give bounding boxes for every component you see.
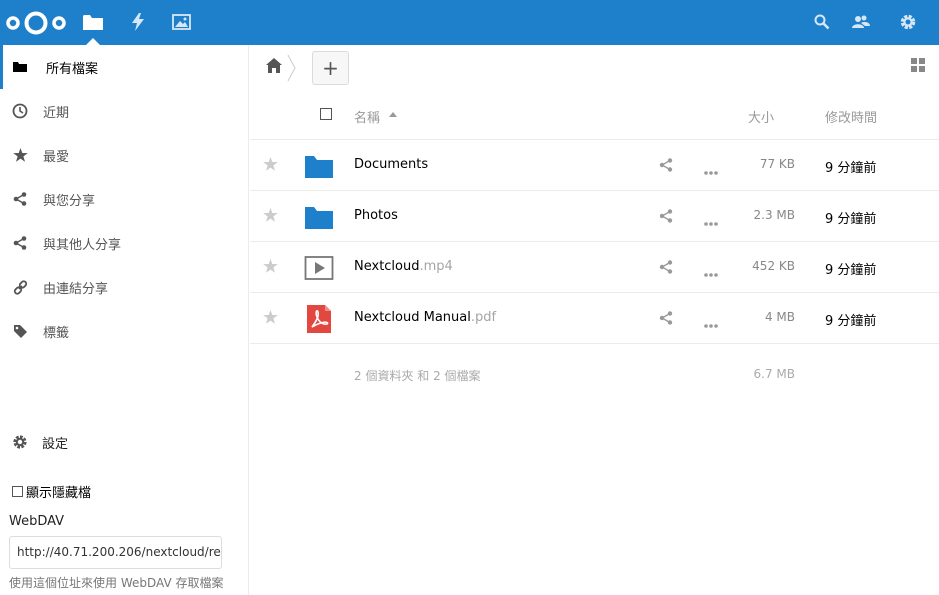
sidebar-item-shared-with-you[interactable]: 與您分享 (0, 177, 248, 221)
star-icon (12, 147, 28, 163)
files-summary: 2 個資料夾 和 2 個檔案 (354, 369, 481, 383)
sidebar-item-all-files[interactable]: 所有檔案 (0, 45, 248, 89)
sidebar-item-label: 由連結分享 (43, 281, 109, 297)
folder-icon (12, 59, 28, 75)
active-app-indicator (86, 38, 100, 45)
file-size: 452 KB (752, 259, 795, 273)
share-icon (12, 235, 28, 251)
column-size[interactable]: 大小 (748, 107, 774, 126)
gallery-icon[interactable] (170, 11, 192, 33)
sidebar-item-label: 所有檔案 (46, 61, 99, 77)
show-hidden-label: 顯示隱藏檔 (26, 486, 92, 501)
share-icon[interactable] (659, 209, 673, 227)
webdav-title: WebDAV (9, 514, 65, 529)
pdf-file-icon (307, 305, 331, 333)
file-size: 77 KB (759, 157, 795, 171)
share-icon[interactable] (659, 158, 673, 176)
sidebar-item-tags[interactable]: 標籤 (0, 309, 248, 353)
column-modified[interactable]: 修改時間 (825, 107, 877, 126)
files-summary-size: 6.7 MB (753, 367, 795, 381)
favorite-star-icon[interactable] (263, 259, 278, 277)
file-name[interactable]: Nextcloud.mp4 (354, 259, 453, 274)
favorite-star-icon[interactable] (263, 208, 278, 226)
webdav-hint: 使用這個位址來使用 WebDAV 存取檔案 (9, 576, 224, 590)
activity-icon[interactable] (127, 11, 149, 33)
video-file-icon (304, 256, 334, 280)
show-hidden-checkbox[interactable] (12, 486, 23, 497)
sidebar: 所有檔案 近期 最愛 與您分享 與其他人分享 由連結分享 標籤 設定 顯示隱藏檔… (0, 45, 249, 595)
file-modified: 9 分鐘前 (825, 212, 877, 227)
breadcrumb-separator (287, 54, 296, 82)
sidebar-item-label: 與其他人分享 (43, 237, 122, 253)
link-icon (12, 279, 28, 295)
nextcloud-logo[interactable] (5, 10, 67, 36)
favorite-star-icon[interactable] (263, 157, 278, 175)
files-table-header: 名稱 大小 修改時間 (250, 93, 939, 140)
file-row[interactable]: Nextcloud Manual.pdf 4 MB 9 分鐘前 (250, 293, 939, 344)
new-file-button[interactable]: + (312, 51, 349, 85)
file-modified: 9 分鐘前 (825, 161, 877, 176)
favorite-star-icon[interactable] (263, 310, 278, 328)
sidebar-item-favorites[interactable]: 最愛 (0, 133, 248, 177)
more-actions-icon[interactable] (704, 215, 718, 230)
file-name[interactable]: Nextcloud Manual.pdf (354, 310, 496, 325)
sidebar-item-shared-by-link[interactable]: 由連結分享 (0, 265, 248, 309)
sidebar-item-label: 標籤 (43, 325, 70, 341)
top-header (0, 0, 939, 45)
file-modified: 9 分鐘前 (825, 314, 877, 329)
contacts-icon[interactable] (850, 11, 872, 33)
select-all-checkbox[interactable] (320, 108, 332, 120)
more-actions-icon[interactable] (704, 317, 718, 332)
settings-label: 設定 (42, 436, 69, 452)
share-icon[interactable] (659, 260, 673, 278)
sidebar-item-recent[interactable]: 近期 (0, 89, 248, 133)
share-icon[interactable] (659, 311, 673, 329)
grid-view-icon[interactable] (911, 58, 925, 76)
home-icon[interactable] (266, 58, 282, 77)
file-modified: 9 分鐘前 (825, 263, 877, 278)
sidebar-item-label: 最愛 (43, 149, 70, 165)
gear-icon (12, 434, 28, 454)
sidebar-item-label: 與您分享 (43, 193, 96, 209)
sidebar-item-shared-with-others[interactable]: 與其他人分享 (0, 221, 248, 265)
file-row[interactable]: Photos 2.3 MB 9 分鐘前 (250, 191, 939, 242)
share-icon (12, 191, 28, 207)
file-row[interactable]: Nextcloud.mp4 452 KB 9 分鐘前 (250, 242, 939, 293)
sidebar-item-label: 近期 (43, 105, 70, 121)
files-main: + 名稱 大小 修改時間 Documents 77 KB 9 分鐘前 Photo… (250, 45, 939, 595)
tag-icon (12, 323, 28, 339)
sidebar-settings[interactable]: 設定 (0, 420, 248, 464)
show-hidden-files-toggle[interactable]: 顯示隱藏檔 (12, 482, 91, 501)
file-name[interactable]: Photos (354, 208, 398, 223)
file-size: 2.3 MB (753, 208, 795, 222)
file-row[interactable]: Documents 77 KB 9 分鐘前 (250, 140, 939, 191)
search-icon[interactable] (811, 11, 833, 33)
file-name[interactable]: Documents (354, 157, 428, 172)
webdav-url-field[interactable]: http://40.71.200.206/nextcloud/re (9, 536, 222, 569)
more-actions-icon[interactable] (704, 266, 718, 281)
folder-icon (305, 207, 333, 229)
folder-icon (305, 156, 333, 178)
settings-gear-icon[interactable] (897, 11, 919, 33)
files-app-icon[interactable] (82, 11, 104, 33)
clock-icon (12, 103, 28, 119)
column-name[interactable]: 名稱 (354, 107, 380, 126)
sort-ascending-icon (389, 112, 397, 117)
file-size: 4 MB (764, 310, 795, 324)
more-actions-icon[interactable] (704, 164, 718, 179)
